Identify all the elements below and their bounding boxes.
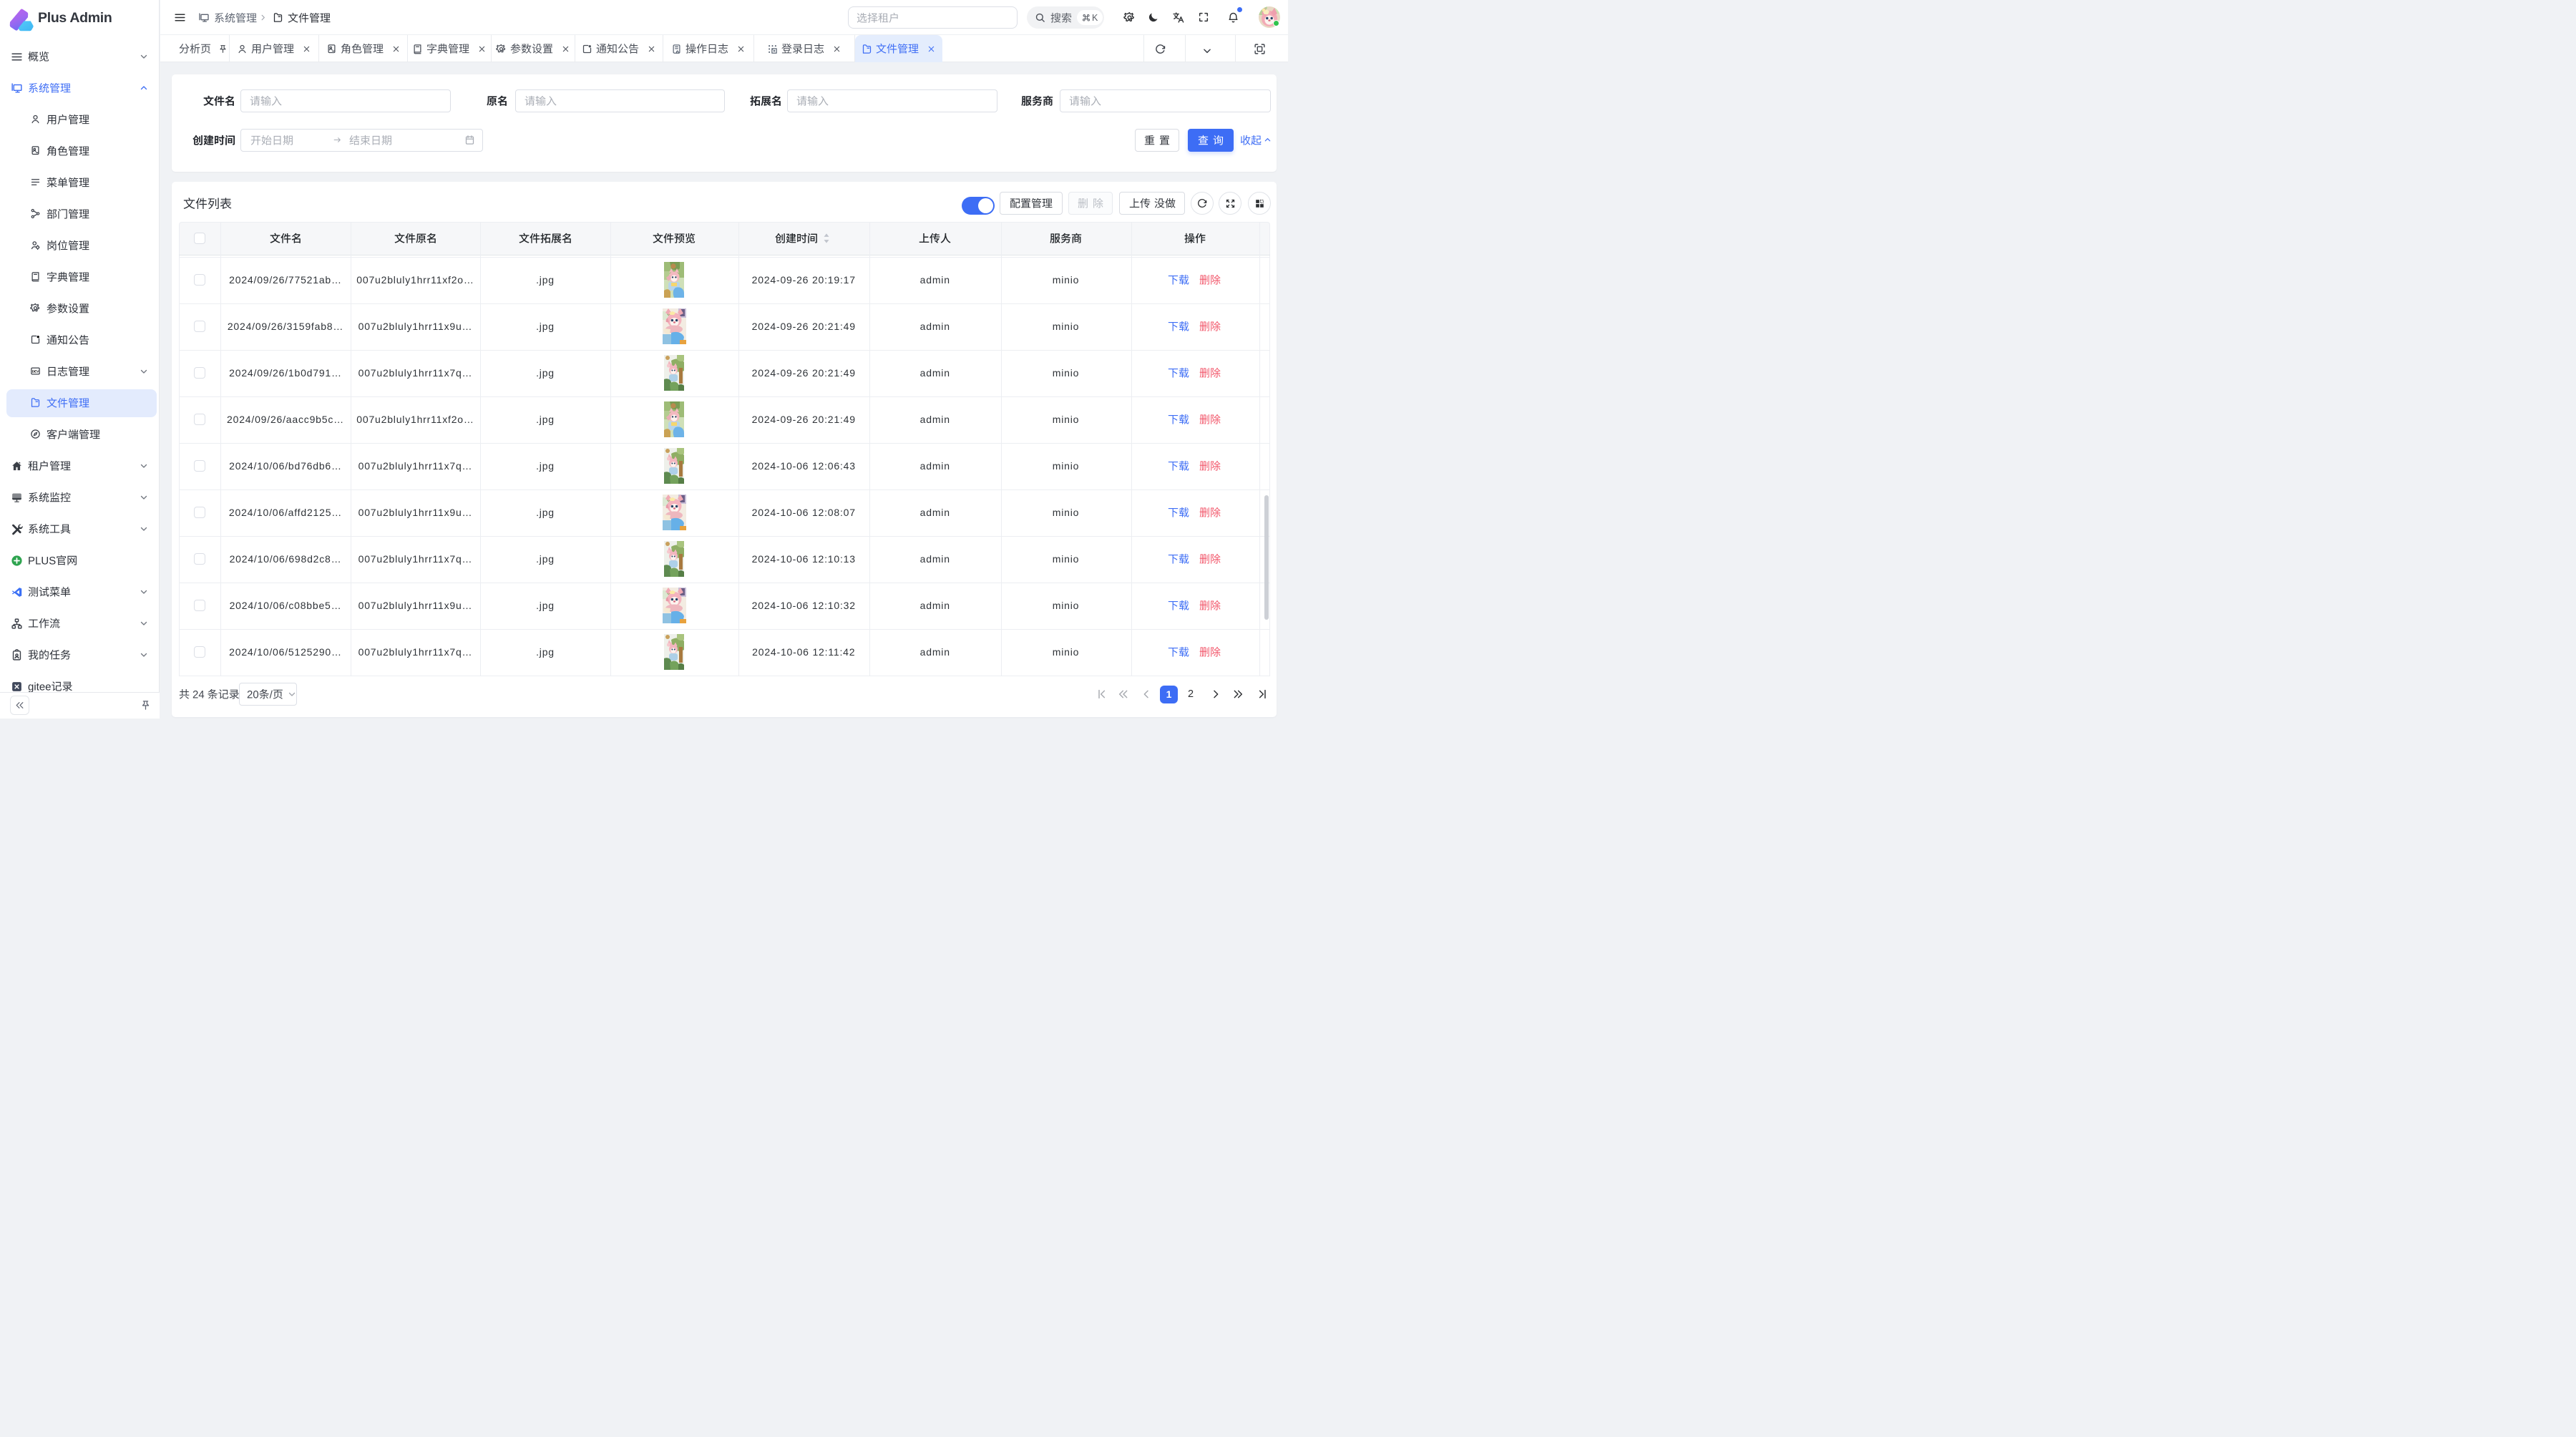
svg-text:DEV: DEV <box>31 369 39 373</box>
